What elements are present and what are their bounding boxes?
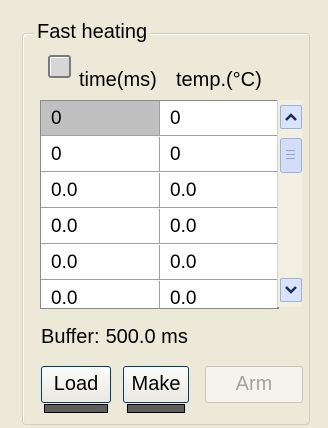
- time-cell[interactable]: 0.0: [41, 209, 160, 244]
- temp-cell[interactable]: 0.0: [160, 173, 278, 208]
- table-row: 0 0: [41, 101, 278, 137]
- temp-cell[interactable]: 0.0: [160, 245, 278, 280]
- table-row: 0.0 0.0: [41, 281, 278, 308]
- arm-button[interactable]: Arm: [205, 366, 303, 403]
- load-button[interactable]: Load: [41, 366, 111, 403]
- table-row: 0.0 0.0: [41, 173, 278, 209]
- grip-line: [286, 158, 295, 159]
- scroll-thumb[interactable]: [280, 138, 302, 173]
- make-button[interactable]: Make: [123, 366, 189, 403]
- heating-table: 0 0 0 0 0.0 0.0 0.0 0.0 0.0 0.0 0.0 0.0: [40, 100, 279, 309]
- time-cell[interactable]: 0.0: [41, 281, 160, 308]
- time-column-header: time(ms): [79, 69, 157, 91]
- time-cell[interactable]: 0: [41, 101, 160, 136]
- chevron-down-icon: [285, 286, 297, 294]
- temp-column-header: temp.(°C): [176, 69, 262, 91]
- buffer-readout: Buffer: 500.0 ms: [41, 326, 188, 349]
- chevron-up-icon: [285, 113, 297, 121]
- table-row: 0.0 0.0: [41, 245, 278, 281]
- table-row: 0.0 0.0: [41, 209, 278, 245]
- temp-cell[interactable]: 0: [160, 101, 278, 136]
- load-status-indicator: [44, 404, 108, 413]
- scroll-up-button[interactable]: [280, 105, 302, 129]
- group-title: Fast heating: [34, 21, 151, 44]
- temp-cell[interactable]: 0: [160, 137, 278, 172]
- time-cell[interactable]: 0.0: [41, 245, 160, 280]
- table-row: 0 0: [41, 137, 278, 173]
- fast-heating-panel: Fast heating time(ms) temp.(°C) 0 0 0 0 …: [0, 0, 328, 428]
- make-status-indicator: [127, 404, 185, 413]
- time-cell[interactable]: 0: [41, 137, 160, 172]
- time-cell[interactable]: 0.0: [41, 173, 160, 208]
- grip-line: [286, 154, 295, 155]
- scroll-down-button[interactable]: [280, 278, 302, 302]
- table-scrollbar[interactable]: [277, 100, 302, 307]
- buffer-label: Buffer:: [41, 326, 100, 348]
- buffer-value: 500.0 ms: [105, 326, 188, 348]
- grip-line: [286, 150, 295, 151]
- temp-cell[interactable]: 0.0: [160, 281, 278, 308]
- temp-cell[interactable]: 0.0: [160, 209, 278, 244]
- enable-checkbox[interactable]: [48, 55, 71, 78]
